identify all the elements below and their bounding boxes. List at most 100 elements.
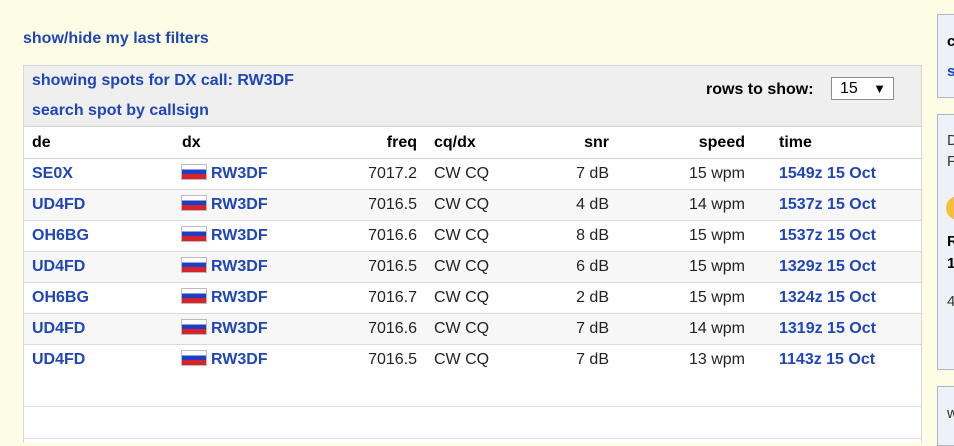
spotter-call-link[interactable]: UD4FD <box>32 351 85 369</box>
snr-cell: 8 dB <box>576 227 609 244</box>
rows-select-value: 15 <box>840 80 858 97</box>
empty-table-row <box>24 407 921 439</box>
table-row: UD4FD RW3DF 7016.5 CW CQ 4 dB 14 wpm 1537z 15 … <box>24 190 921 221</box>
speed-cell: 14 wpm <box>688 320 745 337</box>
table-row: UD4FD RW3DF 7016.6 CW CQ 7 dB 14 wpm 1319z 15 … <box>24 314 921 345</box>
cqdx-cell: CW CQ <box>434 289 490 306</box>
col-header-snr[interactable]: snr <box>584 134 609 152</box>
side-box-text: F <box>947 153 954 170</box>
russia-flag-icon <box>182 258 206 272</box>
snr-cell: 7 dB <box>576 351 609 368</box>
dx-call-text: RW3DF <box>211 227 268 244</box>
table-header: de dx freq cq/dx snr speed time <box>24 127 921 159</box>
dx-call-link[interactable]: RW3DF <box>182 258 268 276</box>
time-link[interactable]: 1537z 15 Oct <box>779 196 876 214</box>
freq-cell: 7016.6 <box>368 227 417 244</box>
col-header-cqdx[interactable]: cq/dx <box>434 134 476 152</box>
cqdx-cell: CW CQ <box>434 227 490 244</box>
rows-to-show-label: rows to show: <box>706 81 814 98</box>
side-panel-box: w <box>937 386 954 446</box>
search-spot-link[interactable]: search spot by callsign <box>32 102 209 120</box>
table-row: OH6BG RW3DF 7016.7 CW CQ 2 dB 15 wpm 1324z 15 … <box>24 283 921 314</box>
chevron-down-icon: ▼ <box>873 81 886 96</box>
speed-cell: 13 wpm <box>688 351 745 368</box>
dx-call-link[interactable]: RW3DF <box>182 227 268 245</box>
spotter-call-link[interactable]: UD4FD <box>32 196 85 214</box>
freq-cell: 7017.2 <box>368 165 417 182</box>
cqdx-cell: CW CQ <box>434 258 490 275</box>
speed-cell: 15 wpm <box>688 289 745 306</box>
table-row: SE0X RW3DF 7017.2 CW CQ 7 dB 15 wpm 1549z 15 O… <box>24 159 921 190</box>
dx-call-link[interactable]: RW3DF <box>182 289 268 307</box>
side-box-text: c <box>947 33 954 50</box>
rows-to-show-select[interactable]: 15 ▼ <box>831 77 894 100</box>
spotter-call-link[interactable]: SE0X <box>32 165 73 183</box>
freq-cell: 7016.5 <box>368 196 417 213</box>
side-box-text: w <box>947 405 954 422</box>
speed-cell: 15 wpm <box>688 165 745 182</box>
dx-call-text: RW3DF <box>211 289 268 306</box>
side-panel-box: D F R 1 4 <box>937 114 954 370</box>
russia-flag-icon <box>182 351 206 365</box>
cqdx-cell: CW CQ <box>434 351 490 368</box>
spots-panel: showing spots for DX call: RW3DF search … <box>23 65 922 443</box>
snr-cell: 7 dB <box>576 165 609 182</box>
russia-flag-icon <box>182 289 206 303</box>
cqdx-cell: CW CQ <box>434 165 490 182</box>
table-row: OH6BG RW3DF 7016.6 CW CQ 8 dB 15 wpm 1537z 15 … <box>24 221 921 252</box>
empty-table-row <box>24 375 921 407</box>
col-header-time[interactable]: time <box>779 134 812 152</box>
spotter-call-link[interactable]: UD4FD <box>32 320 85 338</box>
snr-cell: 6 dB <box>576 258 609 275</box>
speed-cell: 14 wpm <box>688 196 745 213</box>
cqdx-cell: CW CQ <box>434 196 490 213</box>
time-link[interactable]: 1329z 15 Oct <box>779 258 876 276</box>
dx-call-text: RW3DF <box>211 196 268 213</box>
cqdx-cell: CW CQ <box>434 320 490 337</box>
snr-cell: 2 dB <box>576 289 609 306</box>
dx-call-link[interactable]: RW3DF <box>182 351 268 369</box>
dx-call-link[interactable]: RW3DF <box>182 165 268 183</box>
russia-flag-icon <box>182 165 206 179</box>
russia-flag-icon <box>182 320 206 334</box>
dx-call-link[interactable]: RW3DF <box>182 320 268 338</box>
dx-call-link[interactable]: RW3DF <box>182 196 268 214</box>
speed-cell: 15 wpm <box>688 258 745 275</box>
table-row: UD4FD RW3DF 7016.5 CW CQ 7 dB 13 wpm 1143z 15 … <box>24 345 921 376</box>
russia-flag-icon <box>182 227 206 241</box>
freq-cell: 7016.7 <box>368 289 417 306</box>
spotter-call-link[interactable]: OH6BG <box>32 289 89 307</box>
snr-cell: 7 dB <box>576 320 609 337</box>
col-header-freq[interactable]: freq <box>387 134 417 152</box>
spotter-call-link[interactable]: OH6BG <box>32 227 89 245</box>
side-box-link[interactable]: s <box>947 63 954 80</box>
freq-cell: 7016.5 <box>368 351 417 368</box>
freq-cell: 7016.5 <box>368 258 417 275</box>
panel-header: showing spots for DX call: RW3DF search … <box>24 66 921 127</box>
side-box-text: D <box>947 132 954 149</box>
col-header-dx[interactable]: dx <box>182 134 201 152</box>
col-header-speed[interactable]: speed <box>699 134 745 152</box>
dx-call-text: RW3DF <box>211 165 268 182</box>
side-box-text: 4 <box>947 293 954 310</box>
dx-call-text: RW3DF <box>211 351 268 368</box>
time-link[interactable]: 1324z 15 Oct <box>779 289 876 307</box>
time-link[interactable]: 1319z 15 Oct <box>779 320 876 338</box>
dx-call-text: RW3DF <box>211 320 268 337</box>
table-row: UD4FD RW3DF 7016.5 CW CQ 6 dB 15 wpm 1329z 15 … <box>24 252 921 283</box>
snr-cell: 4 dB <box>576 196 609 213</box>
time-link[interactable]: 1549z 15 Oct <box>779 165 876 183</box>
showing-spots-link[interactable]: showing spots for DX call: RW3DF <box>32 72 294 90</box>
side-box-text: 1 <box>947 255 954 272</box>
col-header-de[interactable]: de <box>32 134 51 152</box>
time-link[interactable]: 1143z 15 Oct <box>779 351 875 369</box>
russia-flag-icon <box>182 196 206 210</box>
side-box-text: R <box>947 233 954 250</box>
freq-cell: 7016.6 <box>368 320 417 337</box>
time-link[interactable]: 1537z 15 Oct <box>779 227 876 245</box>
show-hide-filters-link[interactable]: show/hide my last filters <box>23 30 209 48</box>
spotter-call-link[interactable]: UD4FD <box>32 258 85 276</box>
speed-cell: 15 wpm <box>688 227 745 244</box>
dx-call-text: RW3DF <box>211 258 268 275</box>
side-panel-box: c s <box>937 14 954 98</box>
